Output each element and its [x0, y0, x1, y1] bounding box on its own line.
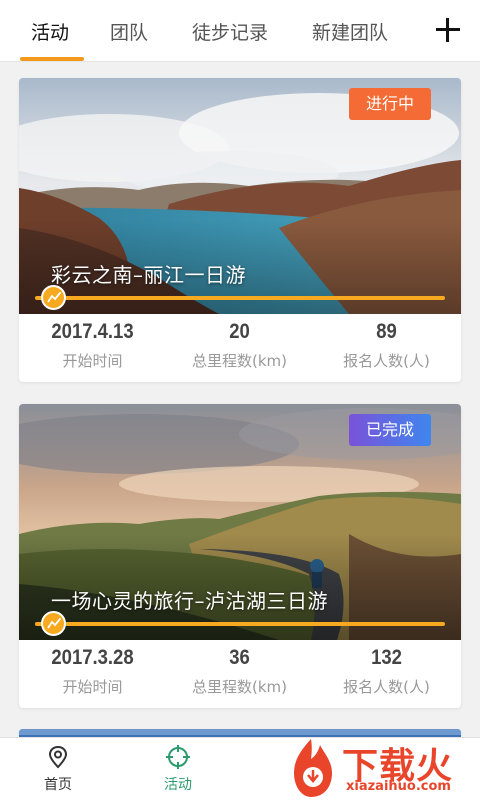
map-pin-icon	[48, 745, 68, 769]
nav-home[interactable]: 首页	[23, 744, 93, 794]
activity-card[interactable]: 已完成 一场心灵的旅行–泸沽湖三日游 2017.3.28 开始时间 36 总里程…	[19, 404, 461, 708]
signups-value: 89	[376, 320, 397, 343]
active-tab-indicator	[20, 57, 84, 61]
start-date-value: 2017.4.13	[51, 320, 134, 343]
signups-label: 报名人数(人)	[343, 352, 430, 370]
distance-label: 总里程数(km)	[191, 352, 287, 370]
distance-label: 总里程数(km)	[191, 678, 287, 696]
stat-signups: 89 报名人数(人)	[313, 314, 460, 371]
stat-signups: 132 报名人数(人)	[313, 640, 460, 697]
crosshair-icon	[166, 745, 190, 769]
tab-hiking-records[interactable]: 徒步记录	[192, 18, 268, 48]
tab-teams[interactable]: 团队	[110, 18, 148, 48]
activity-card[interactable]: 进行中 彩云之南–丽江一日游 2017.4.13 开始时间 20 总里程数(km…	[19, 78, 461, 382]
activity-stats: 2017.3.28 开始时间 36 总里程数(km) 132 报名人数(人)	[19, 640, 461, 708]
signups-label: 报名人数(人)	[343, 678, 430, 696]
route-icon	[41, 611, 66, 636]
distance-value: 20	[229, 320, 250, 343]
tab-activities[interactable]: 活动	[31, 18, 69, 48]
watermark: 下载火 xiazaihuo.com	[280, 735, 480, 800]
progress-bar	[35, 296, 445, 300]
add-button[interactable]	[434, 16, 462, 44]
status-badge: 已完成	[348, 414, 431, 446]
activity-title: 一场心灵的旅行–泸沽湖三日游	[51, 589, 328, 613]
stat-start-date: 2017.3.28 开始时间	[19, 640, 166, 697]
signups-value: 132	[371, 646, 402, 669]
status-badge: 进行中	[348, 88, 431, 120]
route-icon	[41, 285, 66, 310]
start-date-label: 开始时间	[62, 352, 123, 370]
start-date-value: 2017.3.28	[51, 646, 134, 669]
watermark-url: xiazaihuo.com	[346, 779, 451, 794]
activity-title: 彩云之南–丽江一日游	[51, 263, 246, 287]
stat-start-date: 2017.4.13 开始时间	[19, 314, 166, 371]
tab-new-team[interactable]: 新建团队	[312, 18, 388, 48]
nav-activities[interactable]: 活动	[143, 744, 213, 794]
nav-home-label: 首页	[44, 777, 72, 793]
nav-activities-label: 活动	[164, 777, 192, 793]
stat-distance: 36 总里程数(km)	[166, 640, 313, 697]
progress-bar	[35, 622, 445, 626]
stat-distance: 20 总里程数(km)	[166, 314, 313, 371]
flame-logo-icon	[294, 739, 332, 797]
start-date-label: 开始时间	[62, 678, 123, 696]
distance-value: 36	[229, 646, 250, 669]
top-tab-bar: 活动 团队 徒步记录 新建团队	[0, 0, 480, 62]
activity-stats: 2017.4.13 开始时间 20 总里程数(km) 89 报名人数(人)	[19, 314, 461, 382]
